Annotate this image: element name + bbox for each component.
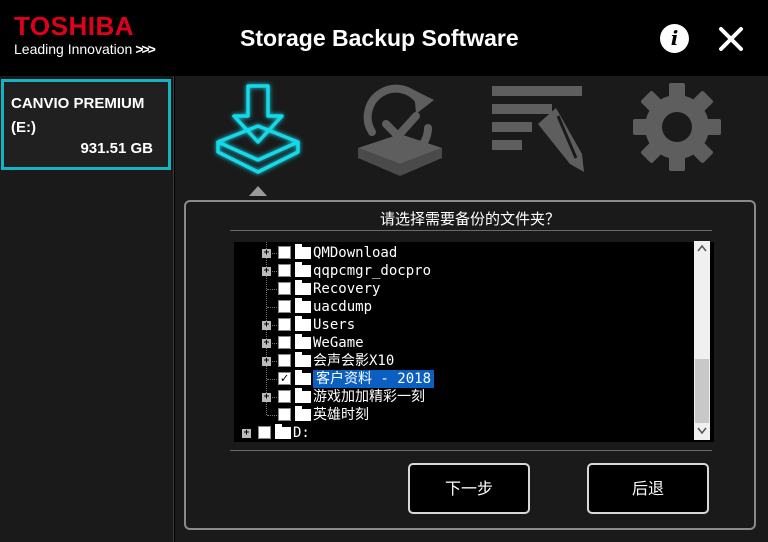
expand-toggle[interactable]: + [262, 357, 271, 366]
expand-toggle[interactable]: + [262, 339, 271, 348]
folder-icon [295, 334, 311, 349]
tree-item[interactable]: Recovery [234, 280, 704, 298]
header-bar: TOSHIBA Leading Innovation >>> Storage Ba… [0, 0, 768, 76]
folder-label[interactable]: D: [293, 424, 310, 442]
folder-label[interactable]: WeGame [313, 334, 364, 352]
folder-checkbox[interactable] [278, 408, 291, 421]
tree-branch-line [267, 379, 277, 380]
backup-download-icon [216, 84, 300, 174]
scroll-thumb[interactable] [695, 359, 709, 423]
info-button[interactable]: i [660, 24, 689, 53]
folder-checkbox[interactable] [278, 354, 291, 367]
folder-icon [295, 388, 311, 403]
folder-checkbox[interactable] [278, 336, 291, 349]
drive-name: CANVIO PREMIUM (E:) [11, 92, 144, 140]
folder-checkbox[interactable] [278, 282, 291, 295]
back-button[interactable]: 后退 [587, 463, 709, 514]
expand-toggle[interactable]: + [242, 429, 251, 438]
top-separator [230, 230, 712, 231]
logo-arrows: >>> [135, 41, 155, 57]
folder-label[interactable]: 游戏加加精彩一刻 [313, 388, 425, 406]
tree-item[interactable]: uacdump [234, 298, 704, 316]
folder-checkbox[interactable] [278, 300, 291, 313]
drive-card[interactable]: CANVIO PREMIUM (E:) 931.51 GB [1, 79, 171, 170]
sidebar: CANVIO PREMIUM (E:) 931.51 GB [0, 76, 174, 542]
toshiba-logo: TOSHIBA Leading Innovation >>> [14, 11, 156, 58]
close-icon [719, 27, 743, 51]
folder-icon [295, 262, 311, 277]
tree-item[interactable]: + qqpcmgr_docpro [234, 262, 704, 280]
tree-branch-line [267, 307, 277, 308]
folder-label[interactable]: Users [313, 316, 355, 334]
nav-restore[interactable] [354, 82, 446, 182]
tree-item[interactable]: + QMDownload [234, 244, 704, 262]
folder-icon [295, 280, 311, 295]
chevron-up-icon [697, 244, 707, 252]
folder-checkbox[interactable] [258, 426, 271, 439]
folder-label[interactable]: QMDownload [313, 244, 397, 262]
tree-item[interactable]: + 会声会影X10 [234, 352, 704, 370]
tree-item[interactable]: 英雄时刻 [234, 406, 704, 424]
tree-item[interactable]: + 游戏加加精彩一刻 [234, 388, 704, 406]
tree-branch-line [267, 415, 277, 416]
folder-label[interactable]: 会声会影X10 [313, 352, 394, 370]
drive-name-line1: CANVIO PREMIUM [11, 95, 145, 112]
folder-checkbox[interactable] [278, 318, 291, 331]
gear-icon [633, 83, 721, 171]
expand-toggle[interactable]: + [262, 321, 271, 330]
nav-settings[interactable] [632, 82, 722, 176]
folder-label[interactable]: 英雄时刻 [313, 406, 369, 424]
tree-root-item[interactable]: + D: [234, 424, 704, 442]
app-title: Storage Backup Software [240, 25, 519, 51]
scroll-down-button[interactable] [694, 424, 710, 440]
folder-label[interactable]: uacdump [313, 298, 372, 316]
tree-branch-line [267, 289, 277, 290]
folder-checkbox[interactable] [278, 264, 291, 277]
nav-backup[interactable] [210, 80, 306, 182]
folder-label[interactable]: qqpcmgr_docpro [313, 262, 431, 280]
folder-label[interactable]: 客户资料 - 2018 [313, 370, 435, 388]
active-nav-pointer [249, 186, 267, 196]
tree-item[interactable]: + Users [234, 316, 704, 334]
folder-icon [295, 244, 311, 259]
drive-size: 931.51 GB [80, 140, 153, 157]
bottom-separator [230, 450, 712, 451]
next-button[interactable]: 下一步 [408, 463, 530, 514]
tree-item[interactable]: + WeGame [234, 334, 704, 352]
panel-title: 请选择需要备份的文件夹？ [379, 210, 560, 228]
close-button[interactable] [716, 24, 746, 54]
tree-scrollbar[interactable] [694, 241, 710, 440]
folder-icon [295, 370, 311, 385]
scroll-up-button[interactable] [694, 241, 710, 257]
chevron-down-icon [697, 427, 707, 435]
folder-icon [275, 424, 291, 439]
folder-checkbox[interactable] [278, 390, 291, 403]
nav-edit[interactable] [490, 84, 586, 178]
expand-toggle[interactable]: + [262, 249, 271, 258]
expand-toggle[interactable]: + [262, 267, 271, 276]
folder-label[interactable]: Recovery [313, 280, 380, 298]
tree-item[interactable]: ✓ 客户资料 - 2018 [234, 370, 704, 388]
folder-checkbox[interactable] [278, 246, 291, 259]
restore-sync-icon [358, 84, 442, 176]
expand-toggle[interactable]: + [262, 393, 271, 402]
folder-tree[interactable]: + QMDownload + qqpcmgr_docpro Recovery uacdum… [234, 242, 714, 442]
folder-icon [295, 298, 311, 313]
logo-tagline-text: Leading Innovation [14, 41, 133, 57]
drive-letter: (E:) [11, 119, 36, 136]
logo-tagline: Leading Innovation >>> [14, 40, 156, 58]
folder-icon [295, 352, 311, 367]
edit-list-icon [492, 86, 584, 172]
logo-brand: TOSHIBA [14, 11, 135, 41]
folder-checkbox[interactable]: ✓ [278, 372, 291, 385]
folder-icon [295, 316, 311, 331]
folder-icon [295, 406, 311, 421]
